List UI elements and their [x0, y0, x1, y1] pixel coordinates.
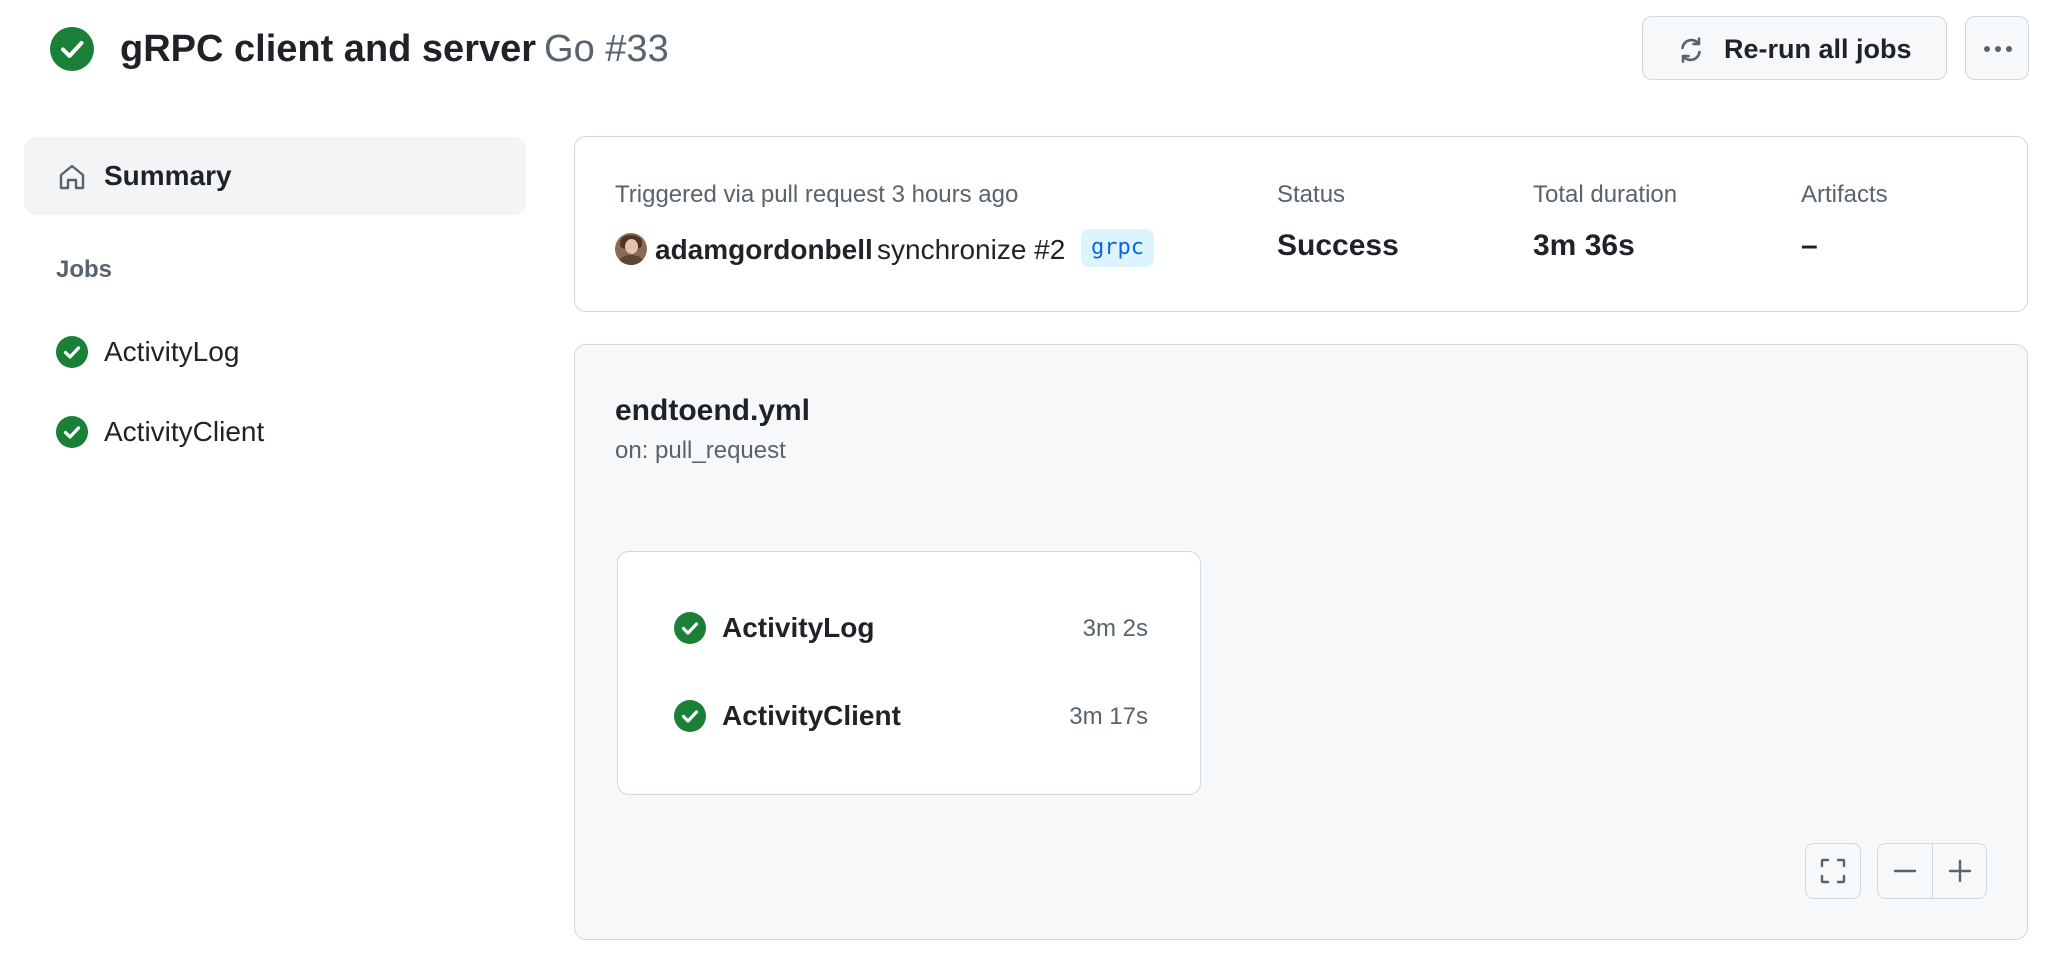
- run-header: gRPC client and server Go #33 Re-run all …: [0, 0, 2050, 100]
- fullscreen-icon: [1817, 855, 1849, 887]
- graph-job-duration: 3m 17s: [1069, 703, 1148, 730]
- status-stat: Status Success: [1277, 181, 1399, 263]
- branch-badge[interactable]: grpc: [1081, 229, 1154, 267]
- zoom-out-icon[interactable]: [1889, 855, 1921, 887]
- check-circle-fill-icon: [56, 336, 88, 368]
- artifacts-stat: Artifacts –: [1801, 181, 1888, 263]
- graph-job-activityclient[interactable]: ActivityClient 3m 17s: [674, 696, 1148, 736]
- jobs-heading: Jobs: [56, 256, 113, 283]
- sidebar-item-label: Summary: [104, 160, 232, 191]
- sidebar-job-label: ActivityClient: [104, 416, 265, 447]
- event-link[interactable]: synchronize #2: [877, 234, 1065, 266]
- workflow-file-name: endtoend.yml: [615, 394, 811, 427]
- check-circle-fill-icon: [50, 27, 94, 71]
- sidebar-job-activityclient[interactable]: ActivityClient: [56, 408, 526, 456]
- workflow-name: gRPC client and server: [120, 28, 537, 70]
- duration-label: Total duration: [1533, 181, 1678, 208]
- rerun-label: Re-run all jobs: [1724, 34, 1912, 64]
- status-label: Status: [1277, 181, 1346, 208]
- rerun-all-jobs-button[interactable]: Re-run all jobs: [1642, 16, 1947, 80]
- graph-job-activitylog[interactable]: ActivityLog 3m 2s: [674, 608, 1148, 648]
- status-value: Success: [1277, 229, 1399, 262]
- workflow-trigger: on: pull_request: [615, 437, 786, 464]
- duration-stat: Total duration 3m 36s: [1533, 181, 1677, 263]
- sidebar-job-activitylog[interactable]: ActivityLog: [56, 328, 526, 376]
- run-label: Go #33: [544, 28, 669, 70]
- check-circle-fill-icon: [674, 700, 706, 732]
- more-options-button[interactable]: [1965, 16, 2029, 80]
- graph-job-duration: 3m 2s: [1082, 615, 1148, 642]
- workflow-jobs-box: ActivityLog 3m 2s ActivityClient 3m 17s: [617, 551, 1201, 795]
- fullscreen-button[interactable]: [1805, 843, 1861, 899]
- artifacts-label: Artifacts: [1801, 181, 1888, 208]
- sidebar-job-label: ActivityLog: [104, 336, 240, 367]
- check-circle-fill-icon: [56, 416, 88, 448]
- artifacts-value: –: [1801, 229, 1818, 262]
- zoom-controls: [1877, 843, 1987, 899]
- avatar[interactable]: [615, 233, 647, 265]
- kebab-horizontal-icon: [1981, 35, 2015, 63]
- graph-job-label: ActivityLog: [722, 612, 875, 643]
- duration-value: 3m 36s: [1533, 229, 1635, 262]
- graph-job-label: ActivityClient: [722, 700, 901, 731]
- actor-link[interactable]: adamgordonbell: [655, 234, 873, 266]
- home-icon: [56, 161, 88, 193]
- run-summary-card: Triggered via pull request 3 hours ago a…: [574, 136, 2028, 312]
- zoom-in-icon[interactable]: [1944, 855, 1976, 887]
- workflow-graph-panel: endtoend.yml on: pull_request ActivityLo…: [574, 344, 2028, 940]
- sync-icon: [1676, 35, 1706, 65]
- page-title: gRPC client and server Go #33: [120, 24, 669, 74]
- sidebar-item-summary[interactable]: Summary: [24, 137, 526, 215]
- trigger-text: Triggered via pull request 3 hours ago: [615, 181, 1019, 208]
- check-circle-fill-icon: [674, 612, 706, 644]
